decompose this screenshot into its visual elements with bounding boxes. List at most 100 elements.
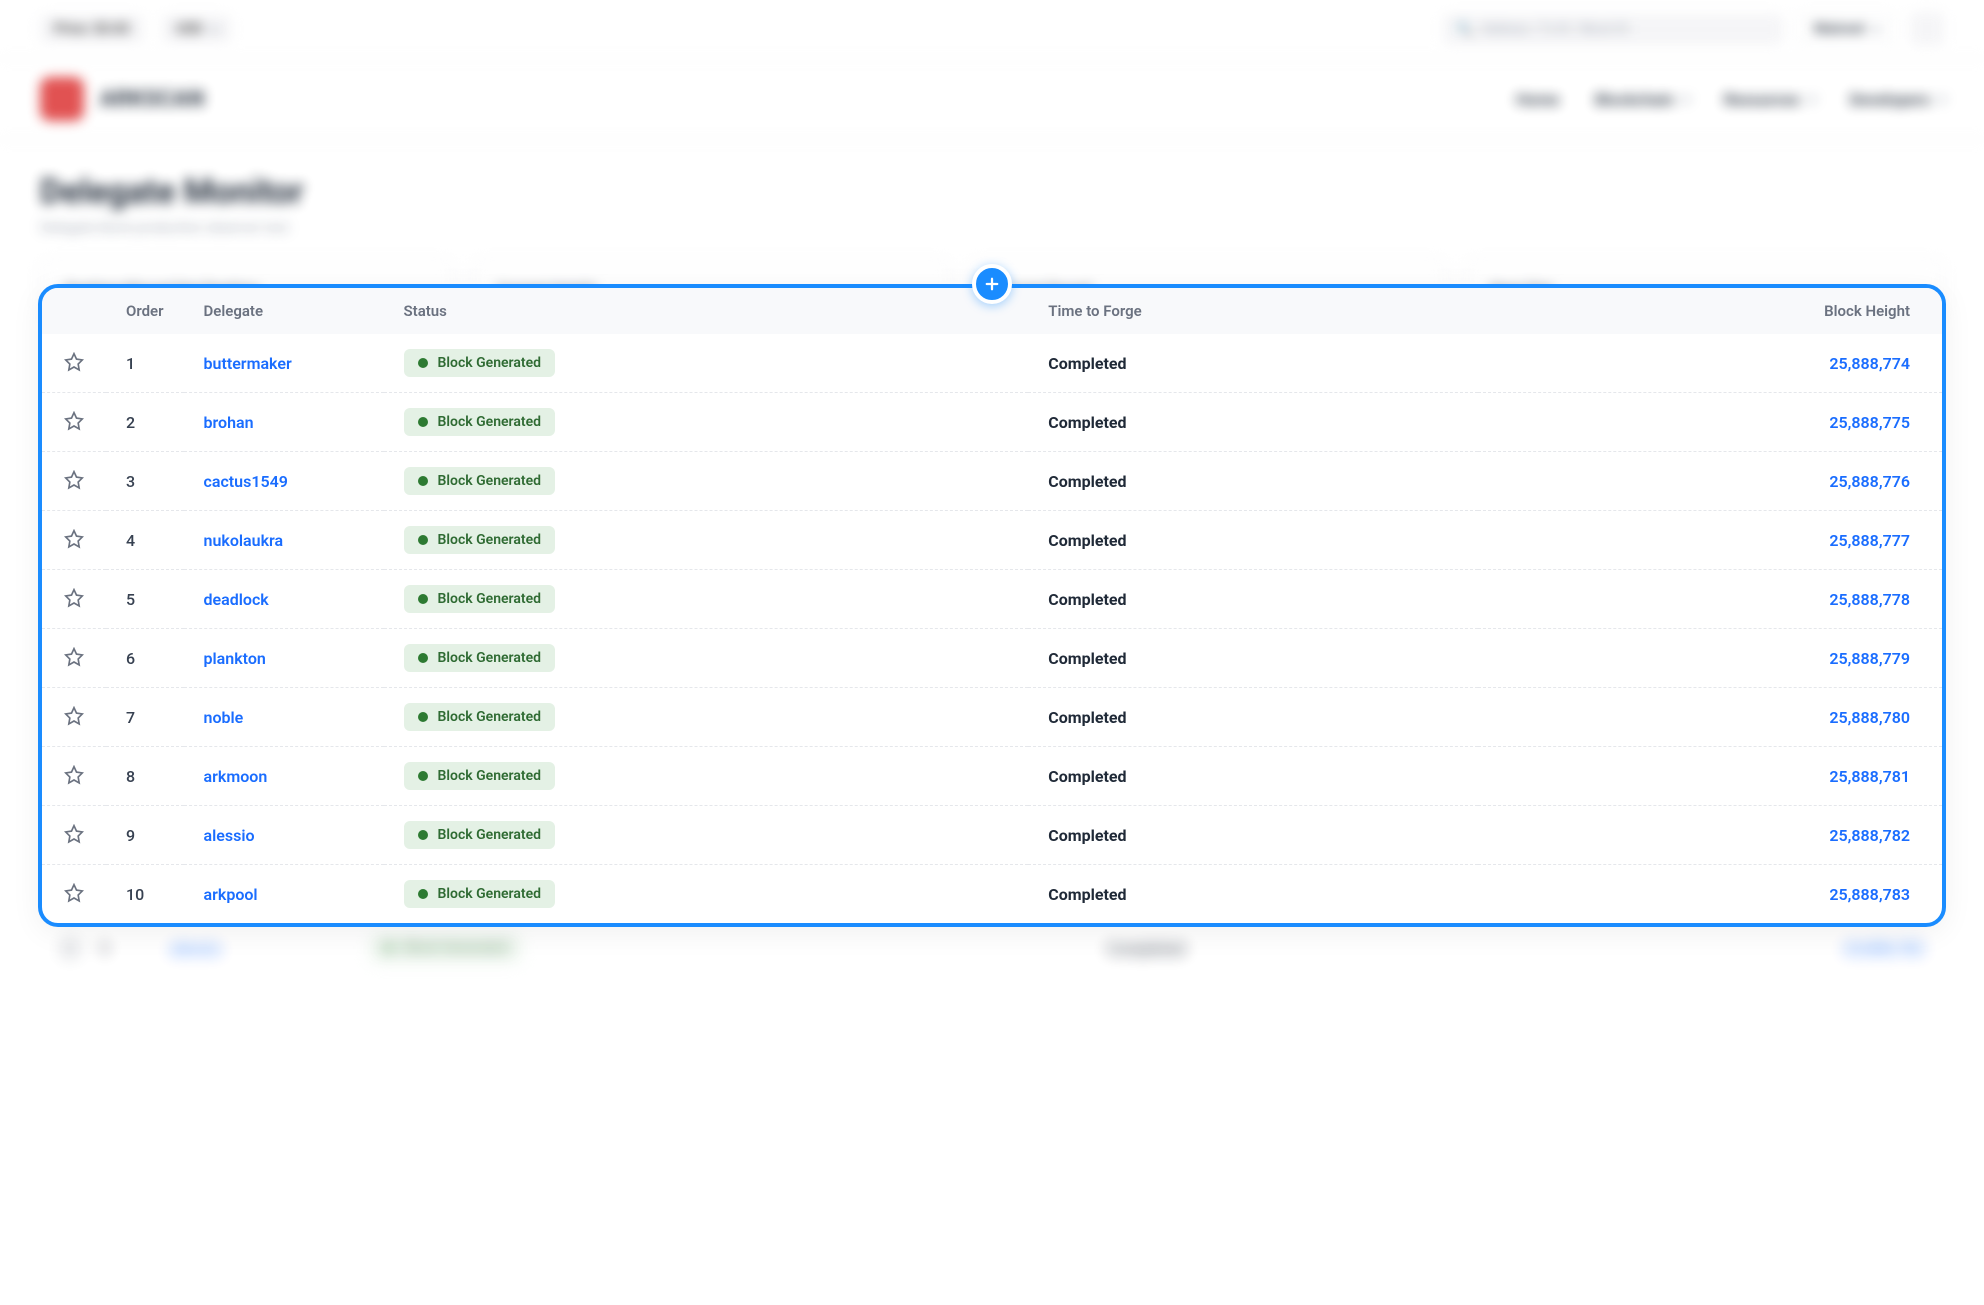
delegate-link[interactable]: noble (204, 708, 244, 727)
star-icon (60, 938, 80, 958)
time-to-forge: Completed (1028, 865, 1477, 924)
add-button[interactable] (972, 264, 1012, 304)
time-to-forge: Completed (1028, 688, 1477, 747)
block-height-link[interactable]: 25,888,777 (1829, 531, 1910, 550)
column-status: Status (384, 288, 1029, 334)
column-delegate: Delegate (184, 288, 384, 334)
star-icon (64, 411, 84, 431)
favorite-star-button[interactable] (62, 822, 86, 846)
favorite-star-button[interactable] (62, 468, 86, 492)
order-value: 6 (106, 629, 184, 688)
star-icon (64, 824, 84, 844)
chevron-down-icon (1680, 92, 1691, 103)
order-value: 9 (106, 806, 184, 865)
price-indicator: Price: $0.83 (40, 15, 144, 43)
column-order: Order (106, 288, 184, 334)
status-dot-icon (418, 889, 428, 899)
order-value: 5 (106, 570, 184, 629)
star-icon (64, 883, 84, 903)
order-value: 7 (106, 688, 184, 747)
table-row: 6 plankton Block Generated Completed 25,… (42, 629, 1942, 688)
nav-developers: Developers (1850, 90, 1944, 109)
chevron-down-icon (208, 22, 219, 33)
status-dot-icon (418, 653, 428, 663)
favorite-star-button[interactable] (62, 409, 86, 433)
delegate-link[interactable]: nukolaukra (204, 531, 284, 550)
block-height-link[interactable]: 25,888,783 (1829, 885, 1910, 904)
search-input: 🔍 Address / Tx ID / Block ID (1443, 14, 1783, 45)
block-height-link[interactable]: 25,888,778 (1829, 590, 1910, 609)
block-height-link[interactable]: 25,888,782 (1829, 826, 1910, 845)
star-icon (64, 529, 84, 549)
table-row: 7 noble Block Generated Completed 25,888… (42, 688, 1942, 747)
delegate-link[interactable]: cactus1549 (204, 472, 288, 491)
time-to-forge: Completed (1028, 334, 1477, 393)
block-height-link[interactable]: 25,888,780 (1829, 708, 1910, 727)
block-height-link[interactable]: 25,888,781 (1829, 767, 1910, 786)
status-dot-icon (418, 830, 428, 840)
delegate-link[interactable]: buttermaker (204, 354, 292, 373)
table-row: 10 arkpool Block Generated Completed 25,… (42, 865, 1942, 924)
block-height-link[interactable]: 25,888,775 (1829, 413, 1910, 432)
favorite-star-button[interactable] (62, 704, 86, 728)
status-dot-icon (418, 417, 428, 427)
status-badge: Block Generated (370, 934, 521, 962)
favorite-star-button[interactable] (62, 527, 86, 551)
chevron-down-icon (1936, 92, 1947, 103)
plus-icon (983, 275, 1001, 293)
status-dot-icon (418, 594, 428, 604)
star-icon (64, 706, 84, 726)
status-badge: Block Generated (404, 644, 555, 672)
favorite-star-button[interactable] (62, 350, 86, 374)
table-row: 4 nukolaukra Block Generated Completed 2… (42, 511, 1942, 570)
star-icon (64, 588, 84, 608)
top-utility-bar: Price: $0.83 USD 🔍 Address / Tx ID / Blo… (0, 0, 1984, 59)
nav-resources: Resources (1724, 90, 1814, 109)
favorite-star-button[interactable] (62, 586, 86, 610)
table-row: 3 cactus1549 Block Generated Completed 2… (42, 452, 1942, 511)
nav-home: Home (1516, 90, 1559, 109)
table-row: 1 buttermaker Block Generated Completed … (42, 334, 1942, 393)
delegate-table: Order Delegate Status Time to Forge Bloc… (42, 288, 1942, 923)
status-dot-icon (418, 771, 428, 781)
status-label: Block Generated (438, 886, 541, 902)
search-icon: 🔍 (1457, 22, 1473, 37)
table-row: 8 arkmoon Block Generated Completed 25,8… (42, 747, 1942, 806)
status-dot-icon (384, 943, 394, 953)
delegate-monitor-table-panel: Order Delegate Status Time to Forge Bloc… (38, 284, 1946, 927)
delegate-link[interactable]: plankton (204, 649, 266, 668)
delegate-link[interactable]: arkpool (204, 885, 258, 904)
favorite-star-button[interactable] (62, 881, 86, 905)
order-value: 4 (106, 511, 184, 570)
block-height-link[interactable]: 25,888,776 (1829, 472, 1910, 491)
status-label: Block Generated (438, 355, 541, 371)
delegate-link[interactable]: arkmoon (204, 767, 268, 786)
time-to-forge: Completed (1028, 806, 1477, 865)
status-dot-icon (418, 535, 428, 545)
status-dot-icon (418, 358, 428, 368)
order-value: 3 (106, 452, 184, 511)
column-height: Block Height (1478, 288, 1942, 334)
nav-blockchain: Blockchain (1595, 90, 1688, 109)
status-label: Block Generated (438, 591, 541, 607)
favorite-star-button[interactable] (62, 763, 86, 787)
block-height-link[interactable]: 25,888,779 (1829, 649, 1910, 668)
time-to-forge: Completed (1028, 452, 1477, 511)
status-label: Block Generated (438, 709, 541, 725)
status-badge: Block Generated (404, 585, 555, 613)
table-row: 9 alessio Block Generated Completed 25,8… (42, 806, 1942, 865)
status-label: Block Generated (438, 768, 541, 784)
star-icon (64, 765, 84, 785)
status-badge: Block Generated (404, 703, 555, 731)
delegate-link[interactable]: deadlock (204, 590, 269, 609)
time-to-forge: Completed (1028, 393, 1477, 452)
settings-icon (1910, 12, 1944, 46)
block-height-link[interactable]: 25,888,774 (1829, 354, 1910, 373)
delegate-link[interactable]: alessio (204, 826, 255, 845)
status-label: Block Generated (438, 827, 541, 843)
favorite-star-button[interactable] (62, 645, 86, 669)
status-badge: Block Generated (404, 880, 555, 908)
delegate-link[interactable]: brohan (204, 413, 254, 432)
currency-selector: USD (162, 15, 231, 43)
time-to-forge: Completed (1028, 511, 1477, 570)
